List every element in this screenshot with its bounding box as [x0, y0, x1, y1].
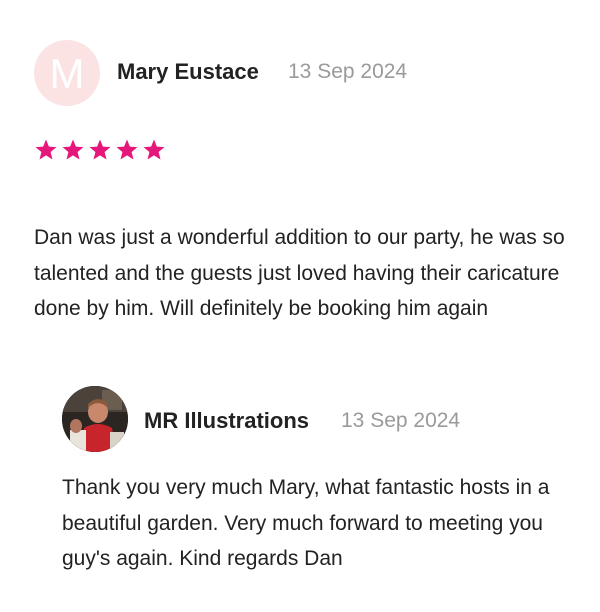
review-text: Dan was just a wonderful addition to our…: [34, 226, 565, 320]
star-icon: [89, 139, 111, 160]
reply-date: 13 Sep 2024: [341, 409, 461, 432]
reply-author-photo: [62, 386, 128, 452]
review-card: M Mary Eustace 13 Sep 2024 Dan was just …: [0, 0, 600, 612]
reviewer-avatar: M: [34, 40, 100, 106]
reviewer-avatar-initial: M: [49, 50, 85, 97]
star-icon: [116, 139, 138, 160]
star-icon: [35, 139, 57, 160]
reviewer-name: Mary Eustace: [117, 59, 259, 84]
reply-author-name: MR Illustrations: [144, 408, 310, 433]
star-rating: [34, 138, 166, 162]
star-icon: [62, 139, 84, 160]
star-icon: [143, 139, 165, 160]
review-date: 13 Sep 2024: [288, 60, 408, 83]
reply-text: Thank you very much Mary, what fantastic…: [62, 476, 550, 570]
reply-author-avatar: [62, 386, 128, 452]
